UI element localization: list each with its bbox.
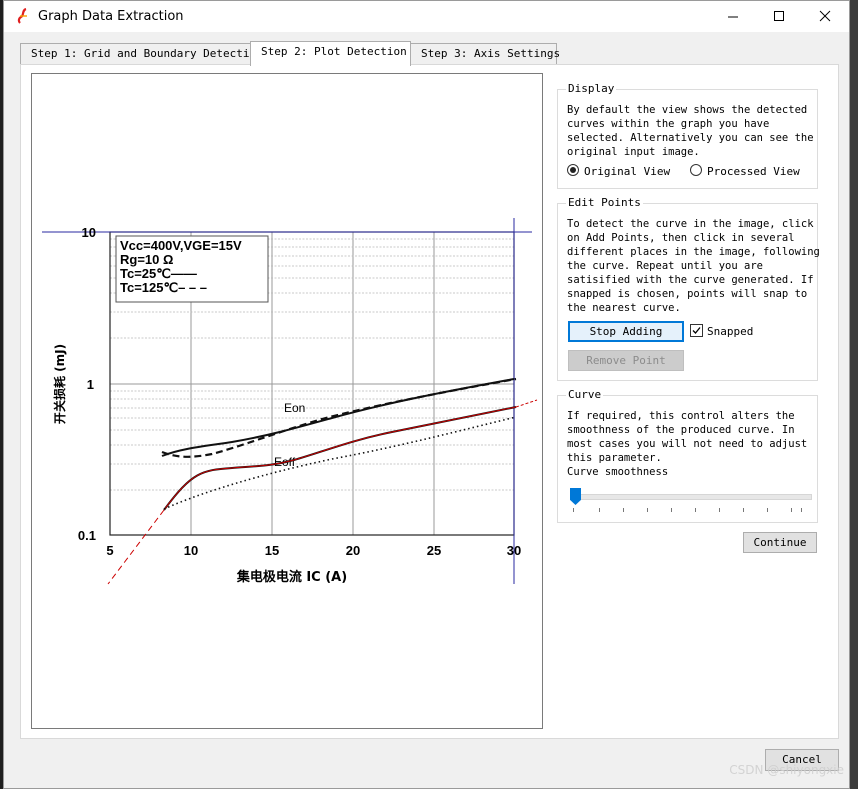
slider-tick [743,508,744,512]
y-axis-label: 开关损耗 (mJ) [52,344,67,424]
checkbox-checked-icon [690,324,703,337]
slider-tick [647,508,648,512]
legend-line-2: Rg=10 Ω [120,252,173,267]
processed-view-radio[interactable]: Processed View [690,164,800,178]
x-tick-20: 20 [346,543,360,558]
graph-image: Vcc=400V,VGE=15V Rg=10 Ω Tc=25℃—— Tc=125… [42,218,538,585]
continue-button[interactable]: Continue [743,532,817,553]
window-title: Graph Data Extraction [38,9,184,24]
close-button[interactable] [803,1,849,32]
curve-description: If required, this control alters the smo… [567,410,808,478]
radio-unselected-icon [690,164,702,176]
slider-tick [695,508,696,512]
minimize-button[interactable] [711,1,757,32]
eoff-25c-curve [163,406,517,511]
x-tick-30: 30 [507,543,521,558]
eon-label: Eon [284,401,305,415]
smoothness-slider-track[interactable] [570,494,812,500]
slider-tick [573,508,574,512]
x-tick-25: 25 [427,543,441,558]
detected-curve-extension-right [515,399,538,408]
slider-tick [599,508,600,512]
curve-title: Curve [566,388,604,401]
edit-points-title: Edit Points [566,196,643,209]
detected-curve-extension-left [107,509,165,585]
graph-canvas[interactable]: Vcc=400V,VGE=15V Rg=10 Ω Tc=25℃—— Tc=125… [31,73,543,729]
display-title: Display [566,82,617,95]
detected-curve [163,406,517,511]
legend-line-3: Tc=25℃—— [120,266,197,281]
minimize-icon [728,16,738,18]
eoff-125c-curve [163,416,517,510]
close-icon [819,10,831,22]
background-app-right [850,0,858,789]
x-tick-15: 15 [265,543,279,558]
x-tick-5: 5 [106,543,113,558]
stop-adding-button[interactable]: Stop Adding [568,321,684,342]
tab-plot-detection[interactable]: Step 2: Plot Detection [250,41,411,66]
original-view-radio[interactable]: Original View [567,164,670,178]
slider-tick [623,508,624,512]
y-tick-1: 1 [87,377,94,392]
curve-smoothness-label: Curve smoothness [567,466,669,478]
slider-tick [791,508,792,512]
tab-axis-settings[interactable]: Step 3: Axis Settings [410,43,560,64]
radio-selected-icon [567,164,579,176]
maximize-icon [774,11,784,21]
snapped-checkbox[interactable]: Snapped [690,324,753,338]
maximize-button[interactable] [757,1,803,32]
slider-tick [719,508,720,512]
watermark: CSDN @shiyongxie [729,763,844,777]
legend-line-1: Vcc=400V,VGE=15V [120,238,242,253]
x-axis-label: 集电极电流 IC (A) [236,569,347,585]
x-tick-10: 10 [184,543,198,558]
dialog-window: Graph Data Extraction Step 1: Grid and B… [3,0,850,789]
y-tick-0.1: 0.1 [78,528,96,543]
remove-point-button[interactable]: Remove Point [568,350,684,371]
edit-points-description: To detect the curve in the image, click … [567,218,820,314]
slider-tick [801,508,802,512]
slider-tick [767,508,768,512]
display-description: By default the view shows the detected c… [567,104,814,158]
tab-grid-boundary[interactable]: Step 1: Grid and Boundary Detection [20,43,263,64]
y-tick-10: 10 [82,225,96,240]
title-bar: Graph Data Extraction [4,1,849,32]
slider-tick [671,508,672,512]
app-logo-icon [17,8,27,24]
legend-line-4: Tc=125℃– – – [120,280,207,295]
